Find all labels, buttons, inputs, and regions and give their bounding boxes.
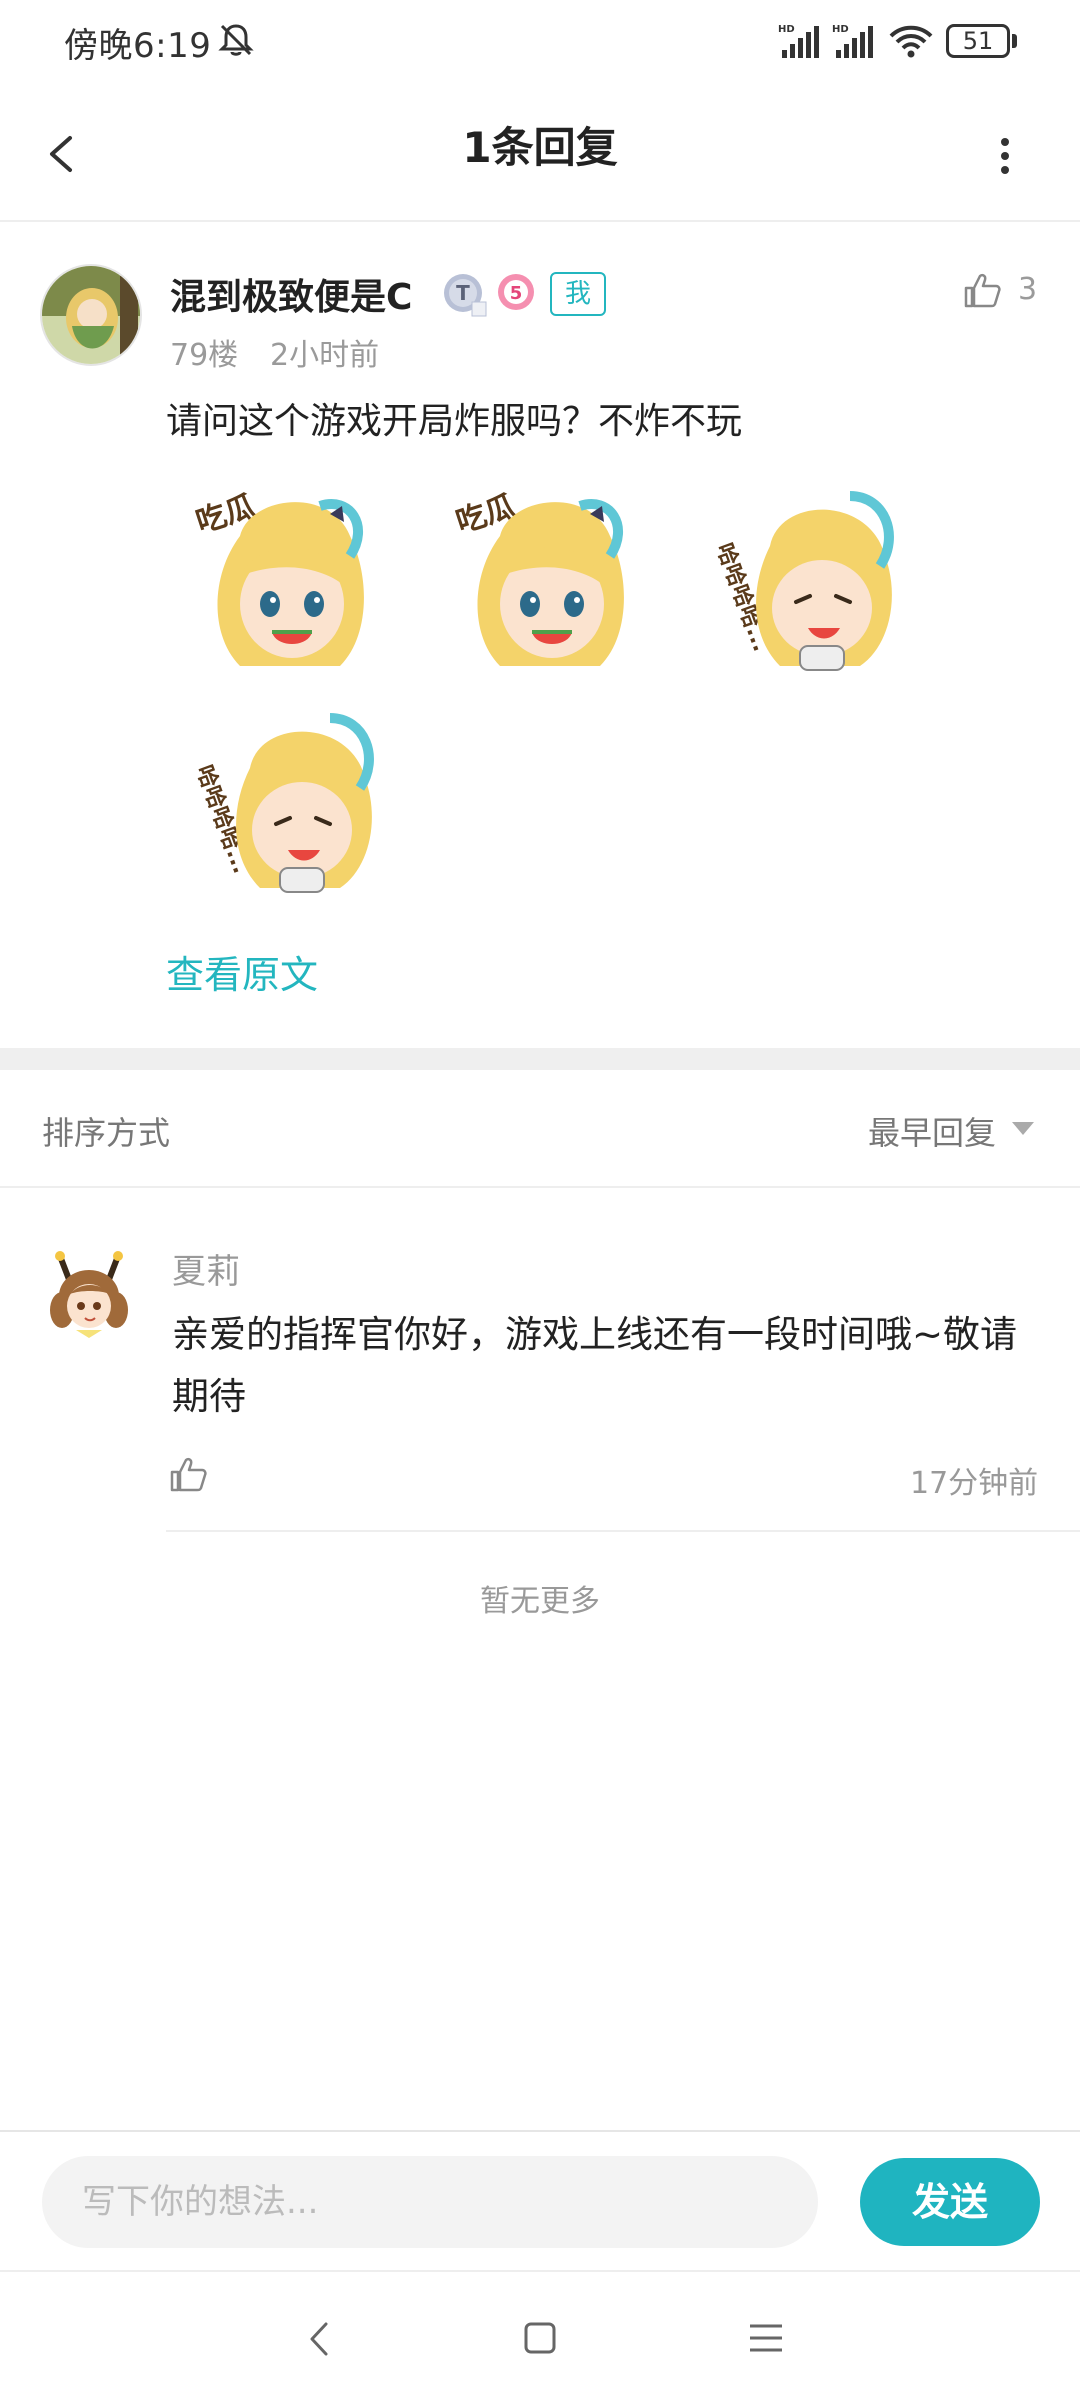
medal-badge-icon: 5 [498,274,534,310]
nav-bar: 1条回复 [0,84,1080,222]
system-home-icon[interactable] [520,2318,560,2358]
sticker-image[interactable]: 哈哈哈哈... [180,698,390,908]
page-title: 1条回复 [462,123,618,172]
comment-bar: 写下你的想法... 发送 [0,2130,1080,2270]
svg-text:5: 5 [510,283,523,304]
level-badge-icon: T [444,274,487,317]
svg-text:HD: HD [778,24,795,35]
thumbs-up-icon[interactable] [166,1452,210,1496]
reply-time: 17分钟前 [910,1466,1039,1501]
post-time: 2小时前 [270,338,380,373]
post-floor: 79楼 [170,338,239,373]
signal-hd-icon: HD [778,24,819,58]
post-text: 请问这个游戏开局炸服吗？不炸不玩 [166,401,743,442]
send-button[interactable]: 发送 [860,2158,1040,2246]
divider [166,1530,1080,1532]
status-bar: 傍晚6:19 HD HD 51 [0,0,1080,84]
sort-label: 排序方式 [42,1114,171,1152]
back-button[interactable] [36,114,96,194]
wifi-icon [889,25,933,58]
signal-hd-icon: HD [832,24,873,58]
avatar[interactable] [40,264,142,366]
comment-input[interactable]: 写下你的想法... [42,2156,818,2248]
battery-level: 51 [962,27,994,55]
reply-detail-page: 傍晚6:19 HD HD 51 1条回复 混到极致便是C T 5 我 79楼 2… [0,0,1080,2400]
system-nav-bar [0,2270,1080,2400]
avatar[interactable] [40,1246,138,1344]
more-button[interactable] [984,120,1026,190]
reply-text: 亲爱的指挥官你好，游戏上线还有一段时间哦~敬请期待 [172,1313,1018,1418]
bell-off-icon [218,24,254,56]
no-more-label: 暂无更多 [480,1584,600,1619]
svg-text:HD: HD [832,24,849,35]
sticker-image[interactable]: 吃瓜 [440,476,650,686]
post-like-count: 3 [1018,272,1038,307]
sticker-image[interactable]: 哈哈哈哈... [700,476,910,686]
caret-down-icon[interactable] [1012,1122,1034,1136]
reply-item: 夏莉 亲爱的指挥官你好，游戏上线还有一段时间哦~敬请期待 17分钟前 [0,1190,1080,1536]
section-divider [0,1048,1080,1070]
system-back-icon[interactable] [300,2314,340,2364]
sort-row: 排序方式 最早回复 [0,1070,1080,1188]
self-badge: 我 [550,272,606,316]
sort-dropdown[interactable]: 最早回复 [868,1108,996,1154]
system-menu-icon[interactable] [746,2318,786,2358]
svg-text:T: T [456,281,470,305]
sticker-image[interactable]: 吃瓜 [180,476,390,686]
thumbs-up-icon[interactable] [960,268,1004,312]
status-time: 傍晚6:19 [64,26,212,66]
original-post: 混到极致便是C T 5 我 79楼 2小时前 3 请问这个游戏开局炸服吗？不炸不… [0,224,1080,1048]
post-username[interactable]: 混到极致便是C [170,268,412,320]
view-original-link[interactable]: 查看原文 [166,944,318,999]
reply-username[interactable]: 夏莉 [172,1244,240,1293]
battery-icon: 51 [946,24,1018,58]
